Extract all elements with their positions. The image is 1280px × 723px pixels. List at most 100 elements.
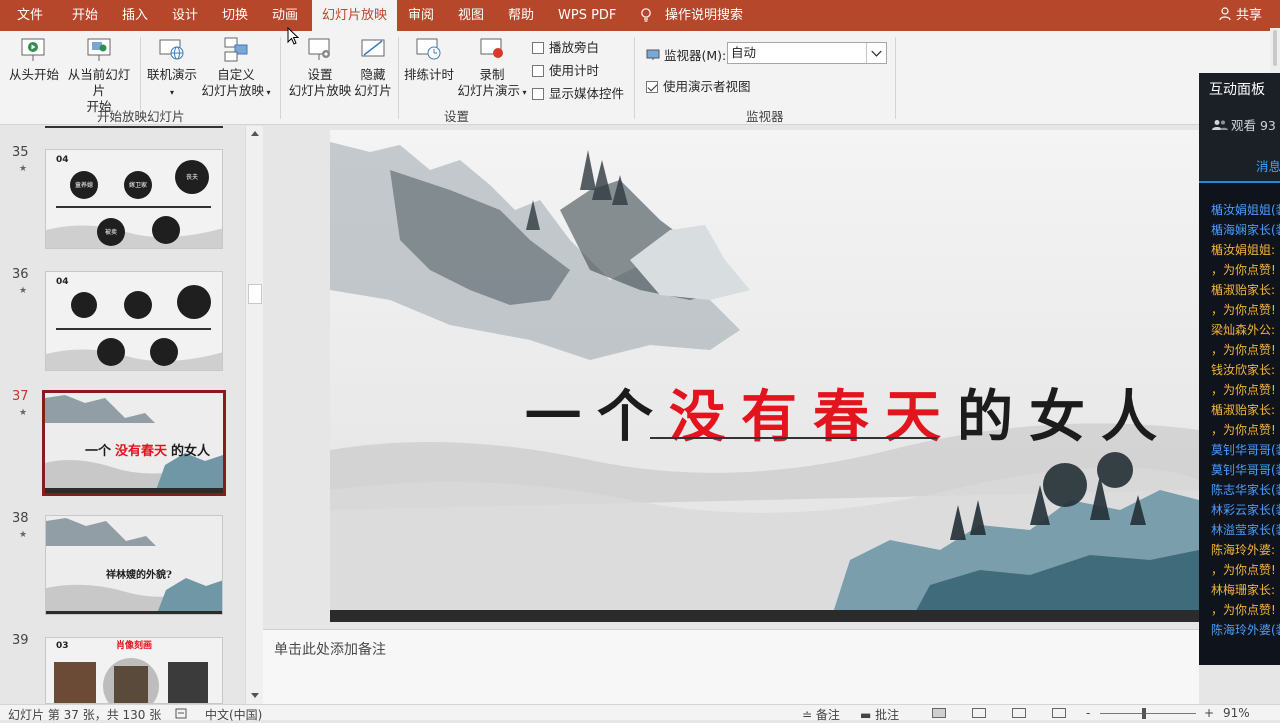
notes-pane[interactable]: 单击此处添加备注 (263, 629, 1199, 704)
menu-wps-pdf[interactable]: WPS PDF (558, 0, 616, 31)
thumb-38-title: 祥林嫂的外貌? (106, 568, 172, 581)
thumb-partial-edge (45, 126, 223, 128)
thumb-35-node: 被卖 (105, 228, 117, 236)
menu-help[interactable]: 帮助 (508, 0, 534, 31)
menu-home[interactable]: 开始 (72, 0, 98, 31)
checkbox-box[interactable] (532, 88, 544, 100)
language-status[interactable]: 中文(中国) (205, 706, 262, 723)
slide-number: 36 (12, 267, 29, 282)
messages-tab[interactable]: 消息 (1256, 156, 1280, 175)
rehearse-timings-button[interactable]: 排练计时 (402, 35, 456, 83)
checkbox-box[interactable] (532, 42, 544, 54)
menu-design[interactable]: 设计 (172, 0, 198, 31)
chat-message: 梁灿森外公: (1211, 323, 1276, 337)
chat-message: 楯淑贻家长: (1211, 283, 1276, 297)
thumb-38-art: 祥林嫂的外貌? (46, 516, 222, 614)
animation-star-icon: ★ (19, 408, 28, 418)
share-button[interactable]: 共享 (1219, 0, 1262, 31)
ribbon-separator (895, 37, 896, 119)
chat-message: 林溢莹家长(装 (1211, 523, 1280, 537)
window-scrollbar[interactable] (1270, 28, 1280, 73)
interactive-panel: 互动面板 观看 93 消息 楯汝娟姐姐(装楯海娴家长(装楯汝娟姐姐: ，为你点赞!… (1199, 73, 1280, 665)
slide-number-current: 37 (12, 389, 29, 404)
scroll-up-arrow-icon[interactable] (249, 128, 261, 140)
zoom-slider-thumb[interactable] (1142, 708, 1146, 719)
notes-placeholder[interactable]: 单击此处添加备注 (274, 639, 386, 659)
slide-sorter-view-button[interactable] (972, 708, 986, 718)
show-media-controls-label: 显示媒体控件 (549, 86, 625, 101)
slide-number: 35 (12, 145, 29, 160)
chat-message: ，为你点赞! (1211, 383, 1276, 397)
monitor-icon (646, 49, 660, 60)
normal-view-button[interactable] (932, 708, 946, 718)
slide-title[interactable]: 一个没有春天的女人 (525, 372, 1173, 453)
dropdown-arrow-icon: ▾ (263, 88, 271, 97)
custom-slideshow-button[interactable]: 自定义 幻灯片放映 ▾ (200, 35, 272, 101)
menu-file[interactable]: 文件 (17, 0, 43, 31)
show-media-controls-checkbox[interactable]: 显示媒体控件 (532, 83, 624, 102)
thumb-35-art: 04 童养媳 嫁卫家 丧夫 被卖 (46, 150, 222, 248)
menu-review[interactable]: 审阅 (408, 0, 434, 31)
slide-thumbnail-38[interactable]: 祥林嫂的外貌? (45, 515, 223, 615)
presenter-view-checkbox[interactable]: 使用演示者视图 (646, 76, 751, 95)
setup-label-1: 设置 (307, 67, 333, 82)
menu-insert[interactable]: 插入 (122, 0, 148, 31)
from-beginning-button[interactable]: 从头开始 (8, 35, 60, 83)
play-narrations-checkbox[interactable]: 播放旁白 (532, 37, 599, 56)
menu-view[interactable]: 视图 (458, 0, 484, 31)
zoom-slider[interactable] (1100, 713, 1196, 714)
menu-transitions[interactable]: 切换 (222, 0, 248, 31)
group-label-start: 开始放映幻灯片 (97, 109, 185, 124)
ribbon-separator (398, 37, 399, 119)
play-narrations-label: 播放旁白 (549, 40, 600, 55)
checkbox-box-checked[interactable] (646, 81, 658, 93)
use-timings-checkbox[interactable]: 使用计时 (532, 60, 599, 79)
zoom-in-button[interactable]: + (1204, 706, 1214, 720)
from-current-button[interactable]: 从当前幻灯片 开始 (62, 35, 136, 115)
chat-message: ，为你点赞! (1211, 423, 1276, 437)
monitor-label: 监视器(M): (664, 48, 727, 63)
chevron-down-icon[interactable] (866, 43, 886, 63)
current-slide[interactable]: 一个没有春天的女人 (330, 130, 1199, 622)
slide-thumbnail-37-selected[interactable]: 一个 没有春天 的女人 (42, 390, 226, 496)
slide-thumbnail-35[interactable]: 04 童养媳 嫁卫家 丧夫 被卖 (45, 149, 223, 249)
slide-thumbnail-36[interactable]: 04 (45, 271, 223, 371)
comments-toggle[interactable]: ▬ 批注 (860, 706, 899, 723)
rehearse-label: 排练计时 (403, 67, 454, 82)
thumbnail-scrollbar[interactable] (245, 126, 263, 704)
scrollbar-thumb[interactable] (1273, 30, 1277, 66)
record-label-2: 幻灯片演示 (457, 83, 520, 98)
custom-label-2: 幻灯片放映 (201, 83, 264, 98)
record-label-1: 录制 (479, 67, 505, 82)
slideshow-start-icon (21, 38, 45, 61)
record-slideshow-button[interactable]: 录制 幻灯片演示 ▾ (456, 35, 528, 101)
custom-slideshow-icon (224, 37, 248, 62)
from-current-label-1: 从当前幻灯片 (67, 67, 131, 98)
slideshow-view-button[interactable] (1052, 708, 1066, 718)
online-present-button[interactable]: 联机演示 ▾ (146, 35, 198, 101)
ribbon-separator (634, 37, 635, 119)
reading-view-button[interactable] (1012, 708, 1026, 718)
scrollbar-thumb[interactable] (248, 284, 262, 304)
animation-star-icon: ★ (19, 164, 28, 174)
zoom-out-button[interactable]: - (1086, 706, 1090, 720)
checkbox-box[interactable] (532, 65, 544, 77)
zoom-level[interactable]: 91% (1223, 706, 1250, 720)
thumb-39-art: 03 肖像刻画 (46, 638, 222, 703)
hide-slide-button[interactable]: 隐藏 幻灯片 (354, 35, 392, 99)
scroll-down-arrow-icon[interactable] (249, 689, 261, 701)
tell-me-search[interactable]: 操作说明搜索 (665, 0, 743, 31)
slide-editing-area: 一个没有春天的女人 (263, 126, 1199, 628)
menu-slideshow[interactable]: 幻灯片放映 (312, 0, 398, 31)
notes-toggle[interactable]: ≐ 备注 (802, 706, 840, 723)
group-label-setup: 设置 (444, 109, 470, 124)
from-beginning-label: 从头开始 (8, 67, 59, 82)
slide-thumbnail-39[interactable]: 03 肖像刻画 (45, 637, 223, 704)
monitor-select-value: 自动 (731, 45, 757, 60)
thumb-36-section: 04 (56, 277, 69, 287)
thumb-37-title-part2: 的女人 (171, 443, 211, 459)
spellcheck-icon[interactable] (175, 708, 187, 719)
chat-message: 陈海玲外婆: (1211, 543, 1276, 557)
monitor-select[interactable]: 自动 (727, 42, 887, 64)
use-timings-label: 使用计时 (549, 63, 600, 78)
